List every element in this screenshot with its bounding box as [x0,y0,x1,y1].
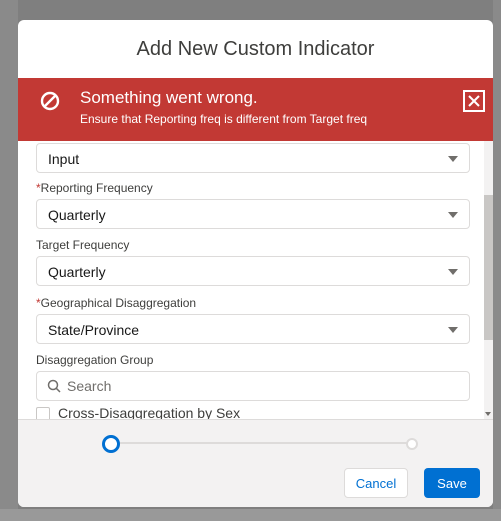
page-backdrop-left [0,0,18,521]
geo-disaggregation-label: *Geographical Disaggregation [36,296,196,310]
progress-step-next[interactable] [406,438,418,450]
search-placeholder: Search [67,378,112,394]
custom-indicator-modal: Add New Custom Indicator Something went … [18,20,493,507]
chevron-down-icon [448,327,458,333]
target-frequency-select[interactable]: Quarterly [36,256,470,286]
chevron-down-icon [448,269,458,275]
search-icon [47,379,61,393]
close-icon [468,95,480,107]
indicator-type-select[interactable]: Input [36,143,470,173]
reporting-frequency-label-text: Reporting Frequency [40,181,153,195]
disaggregation-group-search[interactable]: Search [36,371,470,401]
scroll-down-icon[interactable] [485,412,491,416]
reporting-frequency-value: Quarterly [48,207,106,223]
cross-disaggregation-label: Cross-Disaggregation by Sex [58,405,241,419]
geo-disaggregation-value: State/Province [48,322,140,338]
cross-disaggregation-checkbox[interactable] [36,407,50,419]
geo-disaggregation-label-text: Geographical Disaggregation [40,296,197,310]
target-frequency-value: Quarterly [48,264,106,280]
progress-track [110,442,412,444]
reporting-frequency-label: *Reporting Frequency [36,181,153,195]
close-error-button[interactable] [463,90,485,112]
ban-icon [40,91,60,111]
modal-header: Add New Custom Indicator [18,20,493,78]
reporting-frequency-select[interactable]: Quarterly [36,199,470,229]
save-button[interactable]: Save [424,468,480,498]
modal-body: Input *Reporting Frequency Quarterly Tar… [18,141,493,419]
error-title: Something went wrong. [80,88,258,107]
chevron-down-icon [448,156,458,162]
chevron-down-icon [448,212,458,218]
page-backdrop-right [493,0,501,521]
error-message: Ensure that Reporting freq is different … [80,112,368,126]
target-frequency-label: Target Frequency [36,238,130,252]
geo-disaggregation-select[interactable]: State/Province [36,314,470,344]
cancel-button[interactable]: Cancel [344,468,408,498]
modal-title: Add New Custom Indicator [136,37,375,60]
error-toast: Something went wrong. Ensure that Report… [18,78,493,141]
indicator-type-value: Input [48,151,80,167]
modal-footer: Cancel Save [18,419,493,507]
page-backdrop-bottom [0,509,501,521]
progress-step-current[interactable] [102,435,120,453]
scrollbar-thumb[interactable] [484,195,493,340]
disaggregation-group-label: Disaggregation Group [36,353,154,367]
